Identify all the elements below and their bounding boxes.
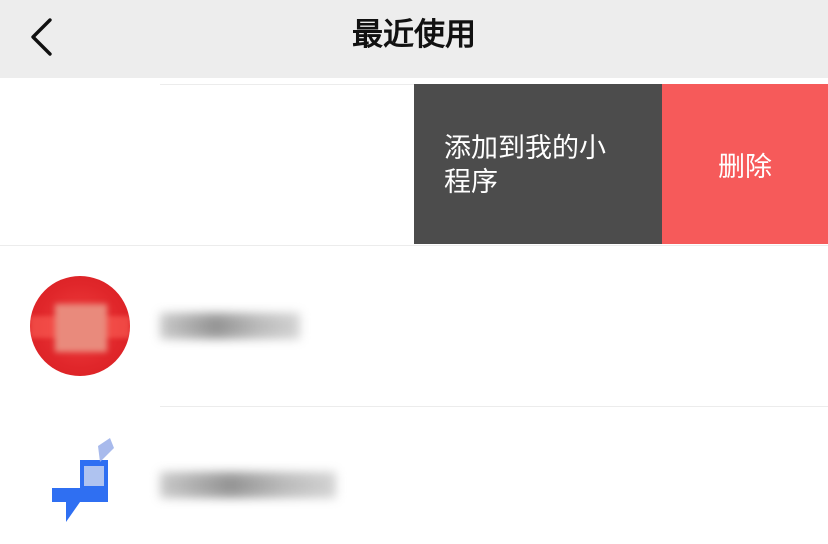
delete-label: 删除 — [718, 151, 772, 183]
page-title: 最近使用 — [352, 17, 476, 53]
divider — [160, 406, 828, 407]
top-navigation-bar: 最近使用 — [0, 0, 828, 78]
list-item-swiped[interactable]: 添加到我的小程序 删除 — [0, 84, 828, 244]
blurred-app-name — [160, 313, 300, 339]
add-to-my-miniprograms-button[interactable]: 添加到我的小程序 — [414, 84, 662, 244]
red-circle-app-icon — [30, 276, 130, 376]
list-item[interactable] — [0, 406, 828, 544]
blue-tencent-icon — [40, 438, 130, 528]
blurred-app-name — [160, 472, 336, 498]
add-to-my-miniprograms-label: 添加到我的小程序 — [444, 133, 606, 198]
delete-button[interactable]: 删除 — [662, 84, 828, 244]
list-item[interactable] — [0, 245, 828, 405]
divider — [0, 245, 828, 246]
